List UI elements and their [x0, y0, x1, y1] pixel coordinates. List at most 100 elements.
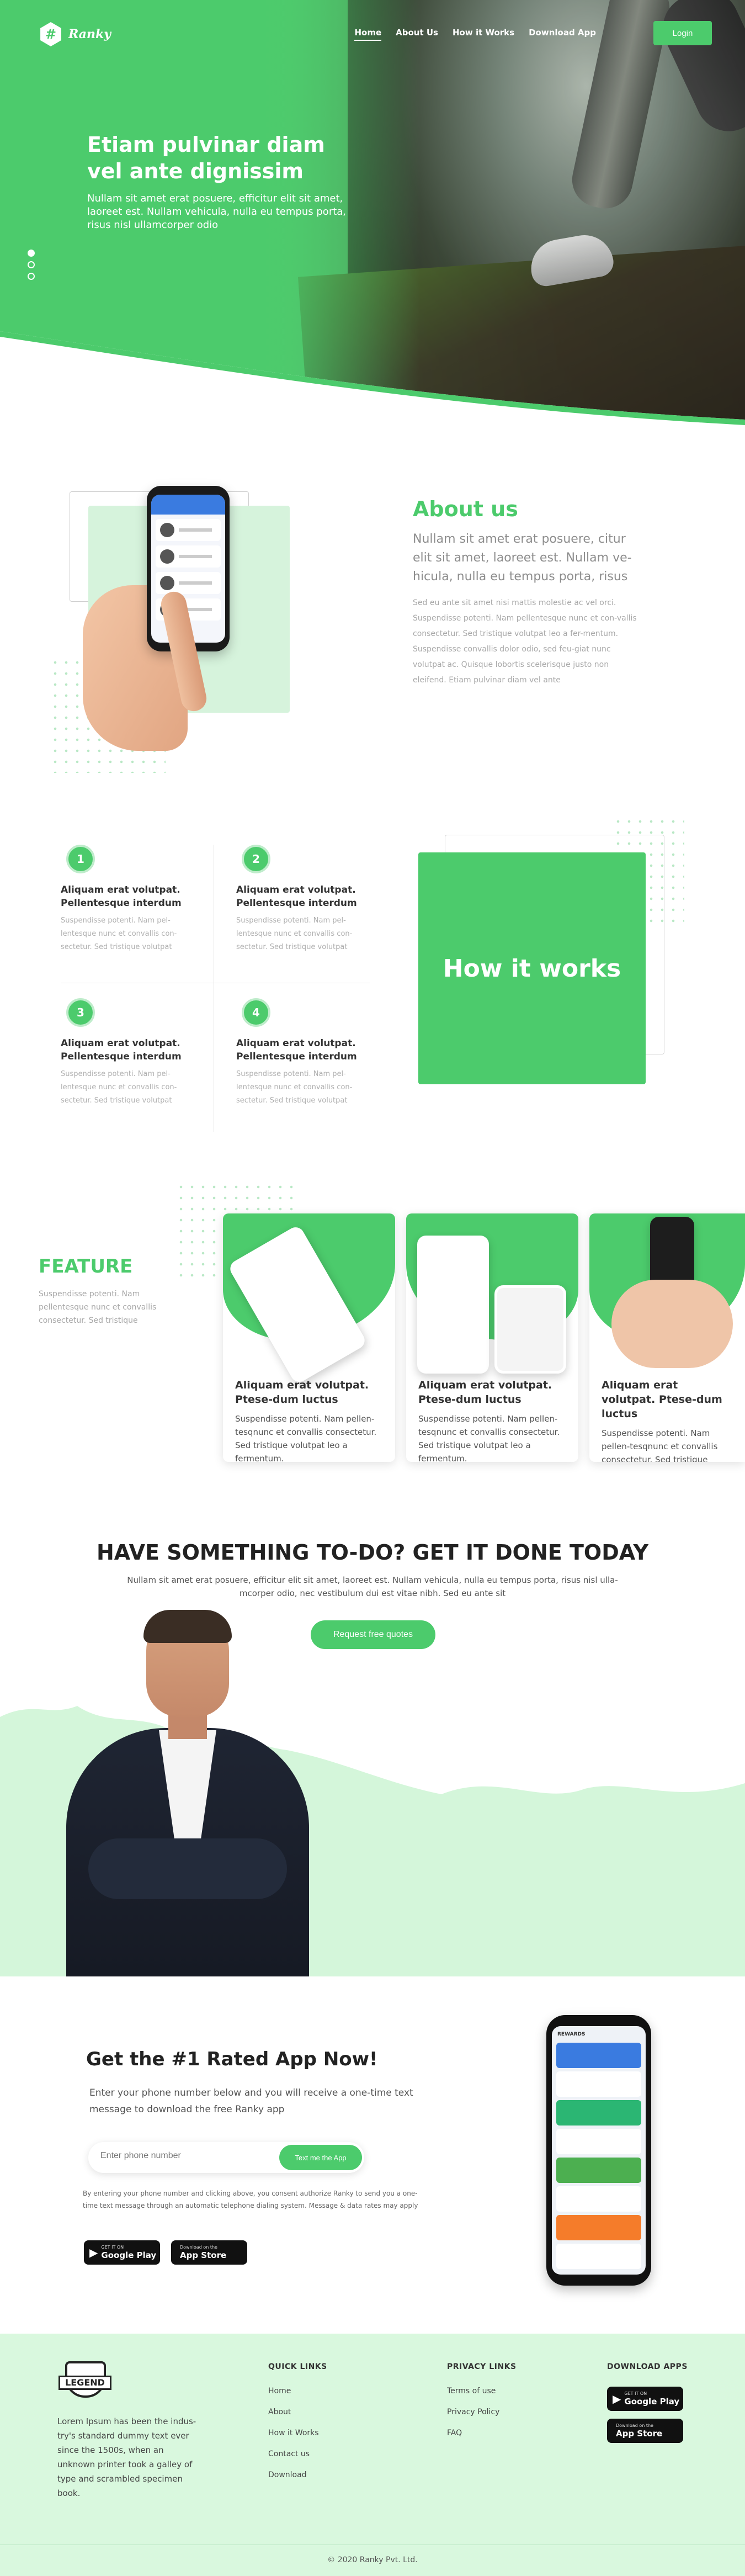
feature-intro: FEATURE Suspendisse potenti. Nam pellent…	[39, 1255, 166, 1327]
hero-title: Etiam pulvinar diam vel ante dignissim	[87, 131, 352, 184]
step-title: Aliquam erat volutpat. Pellentesque inte…	[61, 884, 182, 909]
app-store-badge[interactable]: Download on the App Store	[171, 2240, 247, 2265]
feature-card-title: Aliquam erat volutpat. Ptese-dum luctus	[418, 1379, 552, 1406]
feature-subtitle: Suspendisse potenti. Nam pellentesque nu…	[39, 1290, 157, 1325]
step-number: 2	[242, 845, 270, 873]
main-nav: Home About Us How it Works Download App	[354, 28, 596, 41]
step-number: 3	[66, 998, 95, 1027]
cta-title: HAVE SOMETHING TO-DO? GET IT DONE TODAY	[96, 1540, 649, 1565]
slider-dot-1[interactable]	[28, 250, 35, 257]
quick-links: QUICK LINKS Home About How it Works Cont…	[268, 2362, 327, 2492]
footer-link-about[interactable]: About	[268, 2408, 327, 2416]
app-phone-mockup: REWARDS	[546, 2015, 651, 2286]
footer-logo-text: LEGEND	[58, 2376, 111, 2390]
get-app-title: Get the #1 Rated App Now!	[86, 2048, 378, 2070]
step-text: Suspendisse potenti. Nam pel-lentesque n…	[61, 1070, 177, 1105]
feature-card-title: Aliquam erat volutpat. Ptese-dum luctus	[235, 1379, 369, 1406]
feature-card[interactable]: Aliquam erat volutpat. Ptese-dum luctus …	[406, 1213, 578, 1462]
footer-link-faq[interactable]: FAQ	[447, 2429, 517, 2437]
brand-name: Ranky	[68, 27, 111, 41]
step-item: 2 Aliquam erat volutpat. Pellentesque in…	[236, 845, 374, 954]
footer-link-terms[interactable]: Terms of use	[447, 2387, 517, 2395]
hero-subtitle: Nullam sit amet erat posuere, efficitur …	[87, 193, 347, 231]
badge-small-text: Download on the	[180, 2245, 217, 2250]
footer-link-home[interactable]: Home	[268, 2387, 327, 2395]
google-play-icon: ▶	[89, 2246, 98, 2259]
slider-dot-2[interactable]	[28, 261, 35, 268]
slider-dot-3[interactable]	[28, 273, 35, 280]
step-title: Aliquam erat volutpat. Pellentesque inte…	[61, 1038, 182, 1062]
store-badges: ▶ GET IT ON Google Play Download on the Ap…	[84, 2240, 247, 2265]
badge-big-text: Google Play	[624, 2397, 680, 2407]
top-navbar: # Ranky Home About Us How it Works Downl…	[0, 0, 745, 66]
hero-wave	[0, 331, 745, 431]
step-text: Suspendisse potenti. Nam pel-lentesque n…	[236, 1070, 353, 1105]
about-section: About us Nullam sit amet erat posuere, c…	[413, 497, 645, 688]
badge-big-text: App Store	[180, 2250, 227, 2260]
step-item: 3 Aliquam erat volutpat. Pellentesque in…	[61, 998, 199, 1107]
login-button[interactable]: Login	[653, 21, 712, 45]
quick-links-heading: QUICK LINKS	[268, 2362, 327, 2371]
step-text: Suspendisse potenti. Nam pel-lentesque n…	[61, 916, 177, 951]
privacy-links: PRIVACY LINKS Terms of use Privacy Polic…	[447, 2362, 517, 2450]
badge-big-text: Google Play	[101, 2250, 157, 2260]
sms-disclaimer: By entering your phone number and clicki…	[83, 2190, 418, 2209]
footer-about: Lorem Ipsum has been the indus-try's sta…	[57, 2416, 196, 2498]
feature-card-image	[589, 1213, 745, 1374]
google-play-badge[interactable]: ▶ GET IT ON Google Play	[84, 2240, 160, 2265]
feature-card[interactable]: Aliquam erat volutpat. Ptese-dum luctus …	[223, 1213, 395, 1462]
nav-how-it-works[interactable]: How it Works	[453, 28, 514, 41]
text-me-app-button[interactable]: Text me the App	[279, 2145, 362, 2170]
footer-link-contact[interactable]: Contact us	[268, 2450, 327, 2458]
steps-grid: 1 Aliquam erat volutpat. Pellentesque in…	[61, 845, 414, 1132]
feature-card[interactable]: Aliquam erat volutpat. Ptese-dum luctus …	[589, 1213, 745, 1462]
phone-number-input[interactable]	[100, 2151, 266, 2161]
hero-slider-dots	[28, 250, 35, 280]
feature-title: FEATURE	[39, 1255, 133, 1278]
footer: LEGEND Lorem Ipsum has been the indus-tr…	[0, 2334, 745, 2576]
step-title: Aliquam erat volutpat. Pellentesque inte…	[236, 884, 357, 909]
copyright: © 2020 Ranky Pvt. Ltd.	[327, 2556, 418, 2564]
request-quotes-button[interactable]: Request free quotes	[311, 1620, 435, 1649]
badge-small-text: Download on the	[616, 2423, 653, 2428]
footer-link-download[interactable]: Download	[268, 2471, 327, 2479]
hero-title-line1: Etiam pulvinar diam	[87, 132, 325, 157]
feature-card-text: Suspendisse potenti. Nam pellen-tesqnunc…	[418, 1414, 560, 1462]
privacy-links-heading: PRIVACY LINKS	[447, 2362, 517, 2371]
footer-link-privacy[interactable]: Privacy Policy	[447, 2408, 517, 2416]
brand-logo[interactable]: # Ranky	[39, 22, 111, 46]
about-title: About us	[413, 497, 518, 521]
get-app-description: Enter your phone number below and you wi…	[89, 2087, 413, 2115]
about-lead: Nullam sit amet erat posuere, citur elit…	[413, 532, 632, 584]
step-text: Suspendisse potenti. Nam pel-lentesque n…	[236, 916, 353, 951]
app-phone-header: REWARDS	[557, 2032, 586, 2037]
about-body: Sed eu ante sit amet nisi mattis molesti…	[413, 598, 637, 685]
nav-home[interactable]: Home	[354, 28, 382, 41]
step-number: 4	[242, 998, 270, 1027]
footer-link-how-it-works[interactable]: How it Works	[268, 2429, 327, 2437]
feature-card-text: Suspendisse potenti. Nam pellen-tesqnunc…	[235, 1414, 377, 1462]
footer-google-play-badge[interactable]: ▶ GET IT ON Google Play	[607, 2387, 683, 2411]
feature-card-image	[223, 1213, 395, 1385]
google-play-icon: ▶	[613, 2392, 621, 2405]
how-it-works-title: How it works	[418, 852, 646, 1084]
about-illustration	[50, 486, 304, 773]
phone-form: Text me the App	[88, 2142, 364, 2173]
step-number: 1	[66, 845, 95, 873]
feature-card-image	[406, 1213, 578, 1374]
nav-about-us[interactable]: About Us	[396, 28, 438, 41]
step-item: 1 Aliquam erat volutpat. Pellentesque in…	[61, 845, 199, 954]
footer-logo[interactable]: LEGEND	[58, 2361, 111, 2405]
feature-card-title: Aliquam erat volutpat. Ptese-dum luctus	[602, 1379, 722, 1420]
nav-download-app[interactable]: Download App	[529, 28, 596, 41]
hero-title-line2: vel ante dignissim	[87, 159, 304, 183]
badge-small-text: GET IT ON	[624, 2391, 647, 2396]
step-item: 4 Aliquam erat volutpat. Pellentesque in…	[236, 998, 374, 1107]
download-apps-heading: DOWNLOAD APPS	[607, 2362, 688, 2371]
download-apps: DOWNLOAD APPS ▶ GET IT ON Google Play Dow…	[607, 2362, 688, 2451]
badge-big-text: App Store	[616, 2429, 663, 2439]
cta-subtitle: Nullam sit amet erat posuere, efficitur …	[127, 1575, 618, 1598]
badge-small-text: GET IT ON	[101, 2245, 124, 2250]
hero-text: Etiam pulvinar diam vel ante dignissim N…	[87, 131, 352, 232]
footer-app-store-badge[interactable]: Download on the App Store	[607, 2419, 683, 2443]
